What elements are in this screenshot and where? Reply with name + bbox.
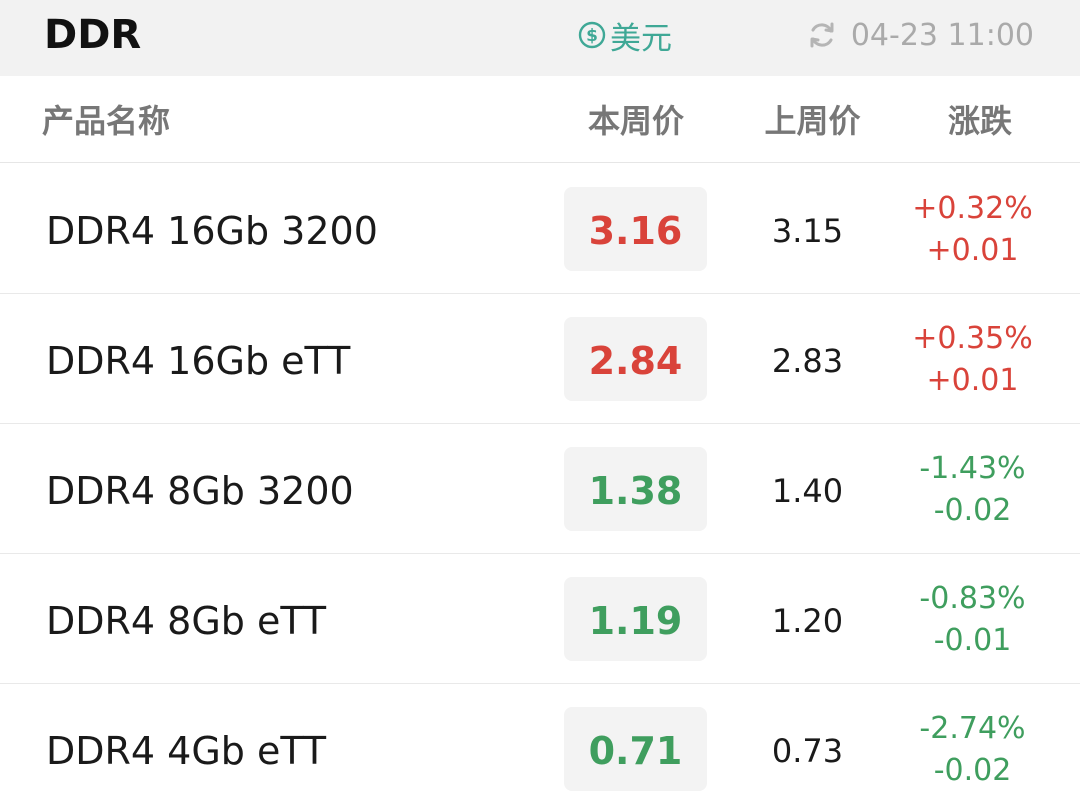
- product-name: DDR4 16Gb eTT: [46, 339, 351, 383]
- previous-price: 2.83: [771, 342, 844, 380]
- product-name: DDR4 4Gb eTT: [46, 729, 327, 773]
- table-row[interactable]: DDR4 8Gb 3200 1.38 1.40 -1.43% -0.02: [0, 424, 1080, 554]
- price-change: -2.74% -0.02: [890, 708, 1055, 792]
- update-info[interactable]: 04-23 11:00: [807, 16, 1034, 54]
- column-header-change[interactable]: 涨跌: [900, 76, 1060, 162]
- change-absolute: -0.01: [933, 623, 1012, 658]
- change-percent: +0.35%: [912, 321, 1033, 356]
- previous-price: 1.20: [771, 602, 844, 640]
- price-change: -0.83% -0.01: [890, 578, 1055, 662]
- price-table: DDR4 16Gb 3200 3.16 3.15 +0.32% +0.01 DD…: [0, 164, 1080, 805]
- current-price: 2.84: [564, 317, 707, 401]
- change-percent: -0.83%: [919, 581, 1026, 616]
- previous-price: 1.40: [771, 472, 844, 510]
- change-percent: -2.74%: [919, 711, 1026, 746]
- page-title: DDR: [44, 12, 142, 58]
- table-row[interactable]: DDR4 16Gb 3200 3.16 3.15 +0.32% +0.01: [0, 164, 1080, 294]
- current-price: 3.16: [564, 187, 707, 271]
- dollar-circle-icon: $: [578, 21, 606, 49]
- top-bar: DDR $ 美元 04-23 11:00: [0, 0, 1080, 76]
- current-price: 0.71: [564, 707, 707, 791]
- current-price: 1.38: [564, 447, 707, 531]
- table-row[interactable]: DDR4 4Gb eTT 0.71 0.73 -2.74% -0.02: [0, 684, 1080, 805]
- change-percent: -1.43%: [919, 451, 1026, 486]
- currency-label: 美元: [610, 20, 672, 57]
- product-name: DDR4 8Gb 3200: [46, 469, 354, 513]
- price-page: DDR $ 美元 04-23 11:00 产品名称 本周价 上周价 涨跌 DDR…: [0, 0, 1080, 805]
- column-header-previous[interactable]: 上周价: [740, 76, 885, 162]
- price-change: +0.32% +0.01: [890, 188, 1055, 272]
- change-absolute: +0.01: [926, 363, 1019, 398]
- column-header-name[interactable]: 产品名称: [42, 76, 170, 162]
- currency-toggle[interactable]: $ 美元: [578, 16, 672, 57]
- price-change: +0.35% +0.01: [890, 318, 1055, 402]
- svg-text:$: $: [586, 26, 598, 46]
- update-time: 04-23 11:00: [850, 17, 1034, 53]
- current-price: 1.19: [564, 577, 707, 661]
- change-absolute: -0.02: [933, 493, 1012, 528]
- table-header: 产品名称 本周价 上周价 涨跌: [0, 76, 1080, 163]
- column-header-current[interactable]: 本周价: [565, 76, 707, 162]
- refresh-icon[interactable]: [807, 20, 837, 50]
- previous-price: 0.73: [771, 732, 844, 770]
- change-absolute: +0.01: [926, 233, 1019, 268]
- table-row[interactable]: DDR4 16Gb eTT 2.84 2.83 +0.35% +0.01: [0, 294, 1080, 424]
- product-name: DDR4 8Gb eTT: [46, 599, 327, 643]
- table-row[interactable]: DDR4 8Gb eTT 1.19 1.20 -0.83% -0.01: [0, 554, 1080, 684]
- price-change: -1.43% -0.02: [890, 448, 1055, 532]
- change-percent: +0.32%: [912, 191, 1033, 226]
- change-absolute: -0.02: [933, 753, 1012, 788]
- previous-price: 3.15: [771, 212, 844, 250]
- product-name: DDR4 16Gb 3200: [46, 209, 378, 253]
